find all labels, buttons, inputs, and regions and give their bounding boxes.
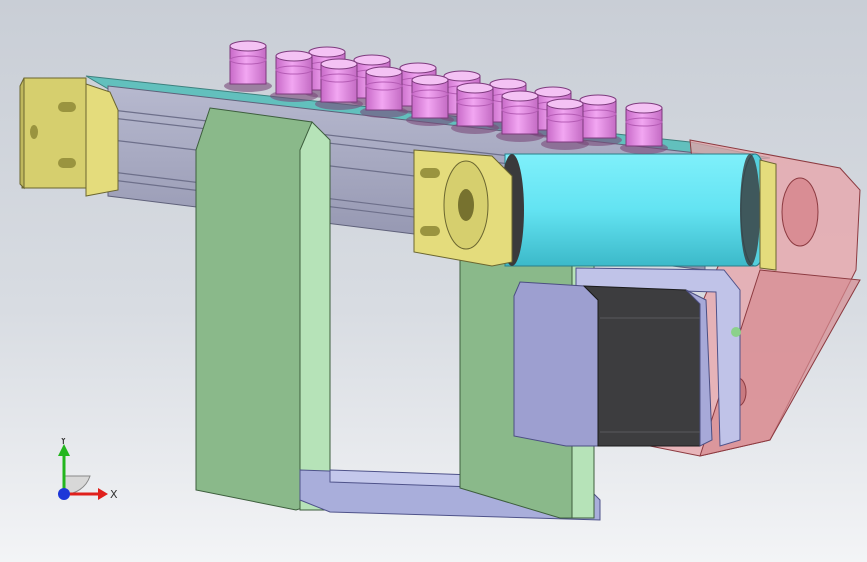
cup[interactable] [406, 74, 454, 126]
cup[interactable] [620, 102, 668, 154]
cup[interactable] [360, 66, 408, 118]
axis-triad[interactable]: Y X [40, 438, 130, 518]
cup[interactable] [496, 90, 544, 142]
x-axis-arrow-icon [98, 488, 108, 500]
cup[interactable] [541, 98, 589, 150]
support-bracket-left[interactable] [195, 107, 331, 511]
end-block-left[interactable] [19, 77, 119, 197]
z-axis-icon [58, 488, 70, 500]
cup[interactable] [451, 82, 499, 134]
cup[interactable] [270, 50, 318, 102]
x-axis-label: X [110, 488, 118, 501]
cup[interactable] [224, 40, 272, 92]
conveyor-assembly-model[interactable] [0, 0, 867, 562]
cup[interactable] [315, 58, 363, 110]
cad-viewport[interactable]: Y X [0, 0, 867, 562]
roller[interactable] [500, 153, 770, 267]
y-axis-label: Y [59, 438, 67, 447]
